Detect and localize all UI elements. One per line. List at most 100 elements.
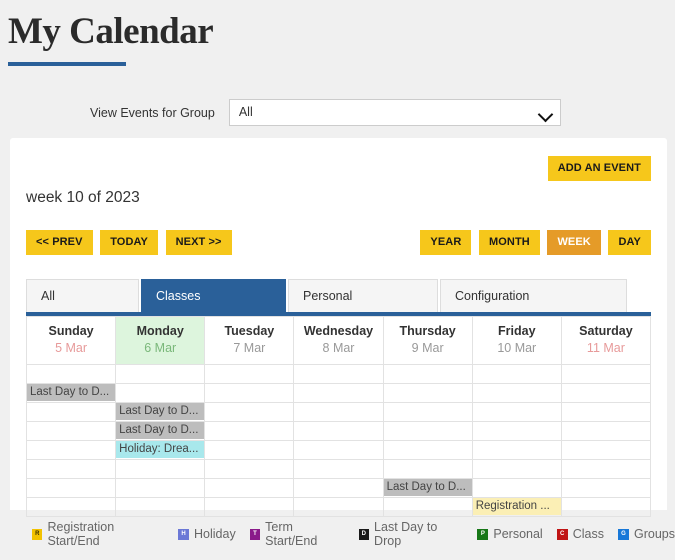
tab-classes[interactable]: Classes bbox=[141, 279, 286, 312]
legend-item: P Personal bbox=[477, 527, 543, 541]
next-button[interactable]: NEXT >> bbox=[165, 230, 232, 255]
calendar-event[interactable]: Holiday: Drea... bbox=[116, 441, 205, 458]
day-header-wednesday: Wednesday 8 Mar bbox=[293, 316, 384, 365]
day-name: Monday bbox=[136, 324, 184, 338]
page-header: My Calendar bbox=[0, 0, 675, 66]
calendar-event[interactable]: Last Day to D... bbox=[383, 479, 472, 496]
legend-swatch-icon: R bbox=[32, 528, 43, 540]
nav-buttons-group: << PREV TODAY NEXT >> bbox=[26, 230, 236, 255]
calendar-event[interactable]: Last Day to D... bbox=[116, 403, 205, 420]
view-year-button[interactable]: YEAR bbox=[420, 230, 472, 255]
calendar-cell bbox=[471, 459, 562, 479]
calendar-row: Last Day to D... bbox=[25, 402, 652, 422]
view-day-button[interactable]: DAY bbox=[608, 230, 651, 255]
chevron-down-icon bbox=[537, 106, 554, 123]
title-underline bbox=[8, 62, 126, 66]
calendar-event[interactable]: Last Day to D... bbox=[116, 422, 205, 439]
day-name: Friday bbox=[498, 324, 536, 338]
today-button[interactable]: TODAY bbox=[100, 230, 158, 255]
calendar-cell bbox=[204, 421, 295, 441]
calendar-cell bbox=[560, 497, 652, 517]
legend-swatch-icon: C bbox=[556, 528, 568, 540]
view-week-button[interactable]: WEEK bbox=[547, 230, 601, 255]
calendar-cell: Last Day to D... bbox=[25, 383, 117, 403]
legend-swatch-icon: T bbox=[249, 528, 261, 540]
calendar-cell bbox=[25, 402, 117, 422]
calendar-nav-row: << PREV TODAY NEXT >> YEAR MONTH WEEK DA… bbox=[26, 230, 651, 255]
calendar-cell bbox=[471, 383, 562, 403]
calendar-cell bbox=[560, 440, 652, 460]
calendar-cell bbox=[25, 364, 117, 384]
legend-label: Registration Start/End bbox=[47, 520, 115, 548]
calendar-row: Holiday: Drea... bbox=[25, 440, 652, 460]
calendar-header-row: Sunday 5 Mar Monday 6 Mar Tuesday 7 Mar Wednes… bbox=[25, 316, 652, 365]
calendar-cell bbox=[560, 478, 652, 498]
view-month-button[interactable]: MONTH bbox=[479, 230, 540, 255]
calendar-cell bbox=[293, 364, 384, 384]
calendar-row: Registration ... bbox=[25, 497, 652, 517]
day-header-sunday: Sunday 5 Mar bbox=[25, 316, 117, 365]
calendar-cell bbox=[204, 364, 295, 384]
calendar-grid: Sunday 5 Mar Monday 6 Mar Tuesday 7 Mar Wednes… bbox=[25, 316, 652, 517]
calendar-cell bbox=[560, 364, 652, 384]
legend-swatch-icon: G bbox=[617, 528, 629, 540]
tab-configuration[interactable]: Configuration bbox=[440, 279, 627, 312]
legend-label: Last Day to Drop bbox=[374, 520, 438, 548]
day-date: 8 Mar bbox=[322, 341, 355, 355]
calendar-cell bbox=[382, 421, 473, 441]
legend-swatch-icon: D bbox=[358, 528, 370, 540]
calendar-cell bbox=[382, 383, 473, 403]
calendar-cell bbox=[382, 440, 473, 460]
day-header-saturday: Saturday 11 Mar bbox=[560, 316, 652, 365]
add-event-row: ADD AN EVENT bbox=[26, 156, 651, 181]
group-filter-label: View Events for Group bbox=[90, 105, 215, 120]
legend-swatch-icon: P bbox=[477, 528, 489, 540]
calendar-row: Last Day to D... bbox=[25, 421, 652, 441]
legend-label: Class bbox=[572, 527, 604, 541]
add-an-event-button[interactable]: ADD AN EVENT bbox=[547, 156, 651, 181]
day-date: 6 Mar bbox=[144, 341, 177, 355]
calendar-cell bbox=[382, 497, 473, 517]
legend-item: C Class bbox=[556, 527, 604, 541]
tab-personal[interactable]: Personal bbox=[288, 279, 438, 312]
calendar-tabs: All Classes Personal Configuration bbox=[26, 279, 651, 316]
group-filter-row: View Events for Group All bbox=[0, 99, 675, 126]
calendar-cell bbox=[382, 459, 473, 479]
calendar-cell bbox=[115, 459, 206, 479]
day-name: Wednesday bbox=[303, 324, 374, 338]
day-name: Saturday bbox=[579, 324, 633, 338]
calendar-cell bbox=[560, 459, 652, 479]
day-name: Thursday bbox=[399, 324, 456, 338]
calendar-cell bbox=[204, 383, 295, 403]
day-header-monday: Monday 6 Mar bbox=[115, 316, 206, 365]
calendar-row: Last Day to D... bbox=[25, 478, 652, 498]
calendar-cell bbox=[115, 497, 206, 517]
day-date: 9 Mar bbox=[411, 341, 444, 355]
calendar-cell bbox=[560, 421, 652, 441]
calendar-cell: Holiday: Drea... bbox=[115, 440, 206, 460]
calendar-cell bbox=[293, 440, 384, 460]
calendar-cell bbox=[115, 383, 206, 403]
group-select-value: All bbox=[238, 105, 253, 119]
day-header-friday: Friday 10 Mar bbox=[471, 316, 562, 365]
prev-button[interactable]: << PREV bbox=[26, 230, 93, 255]
calendar-panel: ADD AN EVENT week 10 of 2023 << PREV TOD… bbox=[10, 138, 667, 517]
calendar-event[interactable]: Registration ... bbox=[472, 498, 561, 515]
week-title: week 10 of 2023 bbox=[26, 189, 140, 206]
tab-all[interactable]: All bbox=[26, 279, 139, 312]
day-date: 10 Mar bbox=[497, 341, 537, 355]
calendar-cell bbox=[293, 497, 384, 517]
calendar-event[interactable]: Last Day to D... bbox=[27, 384, 116, 401]
calendar-cell: Last Day to D... bbox=[382, 478, 473, 498]
calendar-cell bbox=[382, 364, 473, 384]
legend-item: R Registration Start/End bbox=[32, 520, 164, 548]
calendar-cell bbox=[471, 402, 562, 422]
calendar-cell: Last Day to D... bbox=[115, 421, 206, 441]
day-name: Tuesday bbox=[224, 324, 275, 338]
calendar-cell bbox=[471, 421, 562, 441]
calendar-cell bbox=[471, 440, 562, 460]
group-select[interactable]: All bbox=[228, 99, 561, 126]
calendar-cell bbox=[293, 478, 384, 498]
calendar-cell bbox=[25, 459, 117, 479]
calendar-cell bbox=[25, 440, 117, 460]
